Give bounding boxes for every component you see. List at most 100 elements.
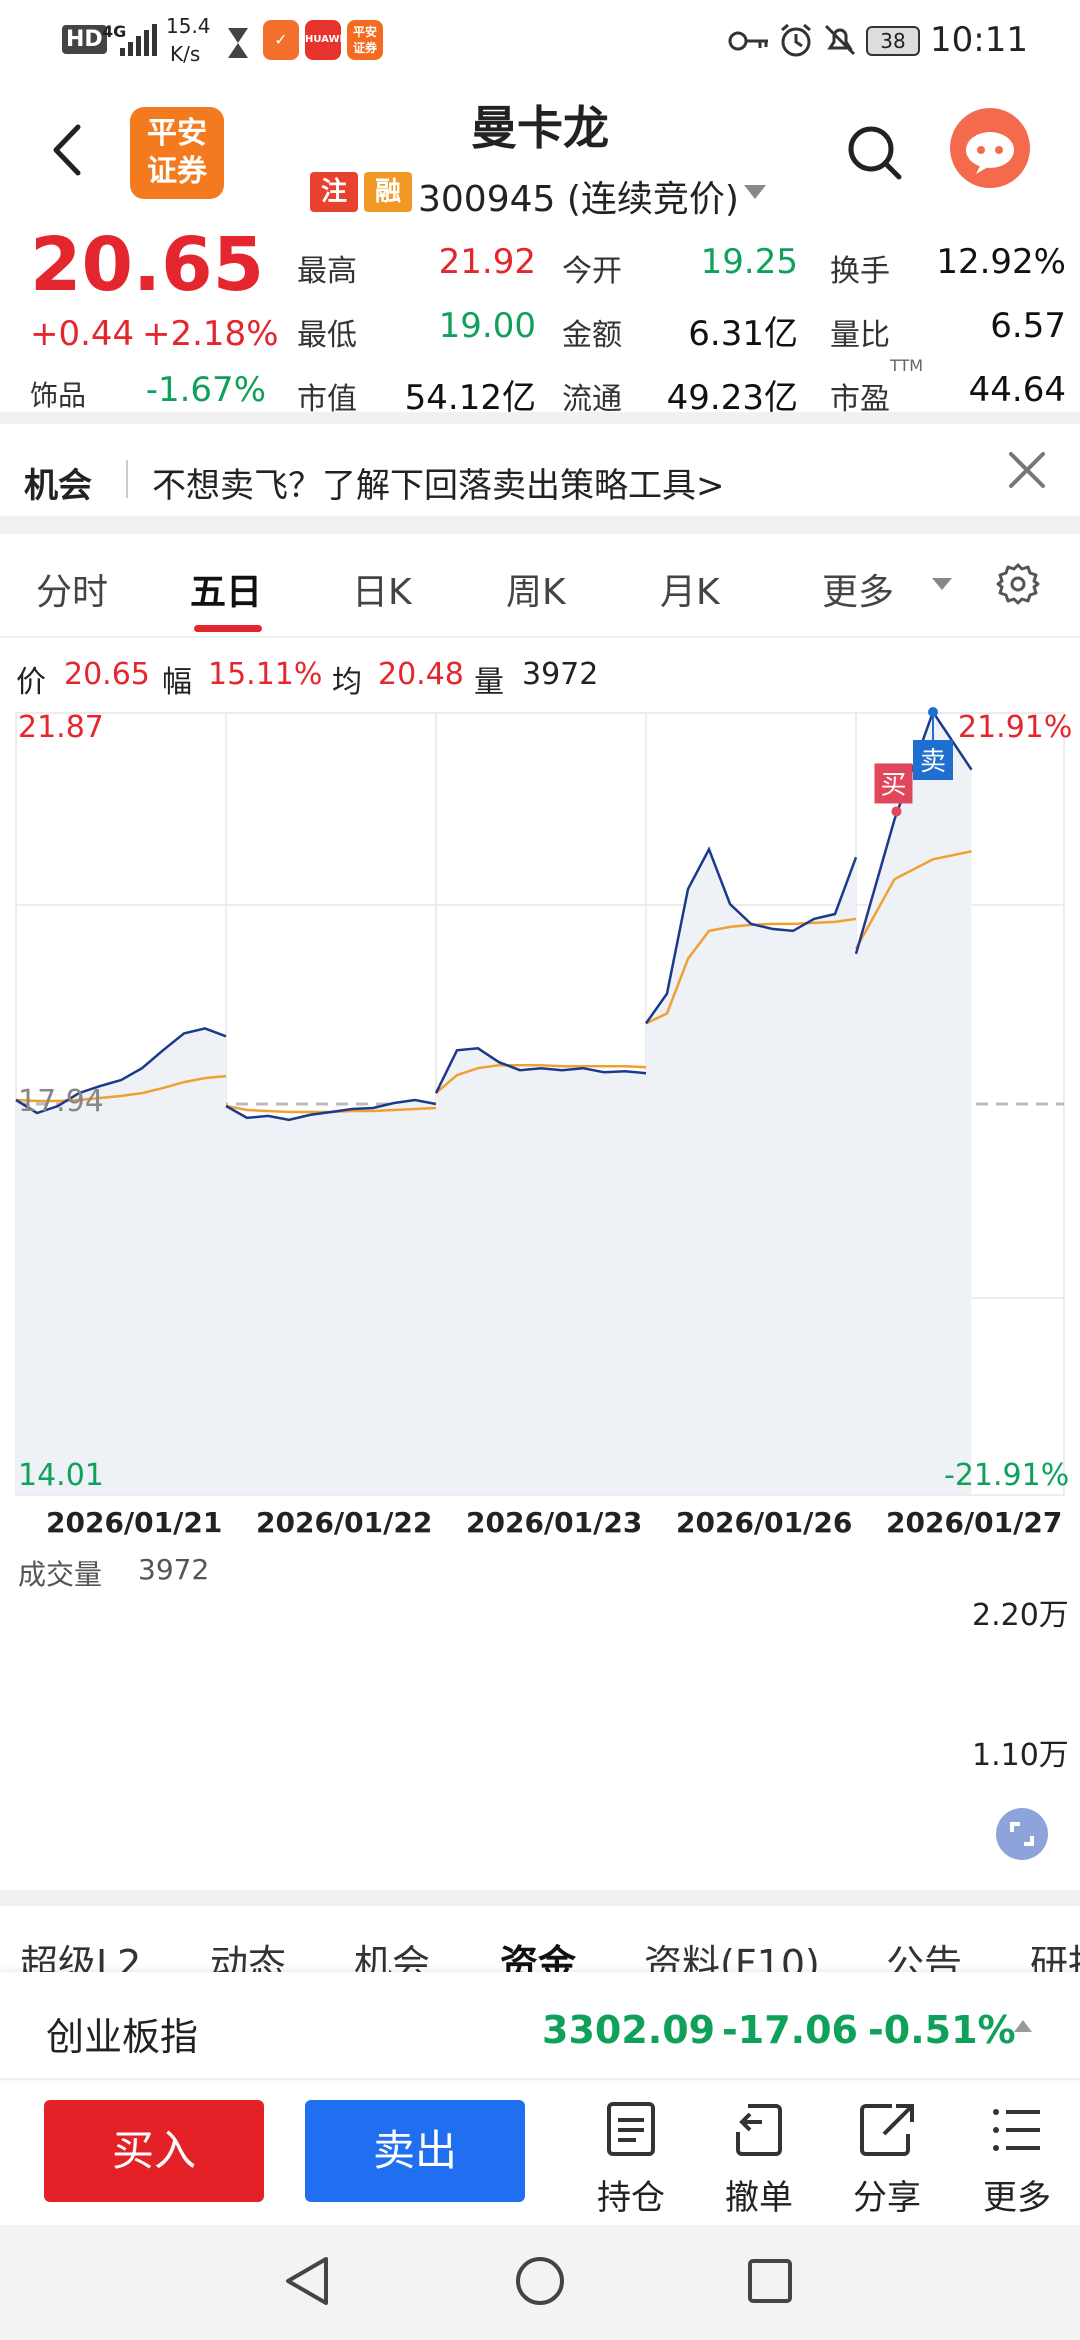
stock-code[interactable]: 300945 (连续竞价) <box>418 170 739 222</box>
info-price-value: 20.65 <box>64 657 150 692</box>
quote-label: 最高 <box>297 254 357 289</box>
undo-icon <box>736 2104 782 2156</box>
nav-home-icon[interactable] <box>514 2255 566 2307</box>
huawei-icon: HUAWEI <box>305 20 350 60</box>
divider <box>0 2078 1080 2080</box>
more-button[interactable]: 更多 <box>962 2100 1072 2218</box>
hd-indicator: HD <box>62 25 107 54</box>
clock: 10:11 <box>930 20 1028 60</box>
volume-axis-mid: 1.10万 <box>972 1738 1069 1773</box>
nav-recents-icon[interactable] <box>746 2257 794 2305</box>
sell-dot <box>928 707 938 718</box>
net-speed-unit: K/s <box>170 42 201 66</box>
date-label: 2026/01/26 <box>676 1506 853 1539</box>
alarm-icon <box>781 23 811 57</box>
pingan-icon: 平安 证券 <box>347 20 383 60</box>
tab-five-day[interactable]: 五日 <box>190 563 262 615</box>
net-speed: 15.4 <box>166 14 211 38</box>
tab-weekly-k[interactable]: 周K <box>506 563 566 615</box>
share-button[interactable]: 分享 <box>832 2100 942 2218</box>
sector-name[interactable]: 饰品 <box>30 374 86 414</box>
buy-dot <box>891 806 902 817</box>
more-label: 更多 <box>983 2178 1051 2218</box>
five-day-chart[interactable]: 买卖 <box>0 700 1080 1500</box>
tab-monthly-k[interactable]: 月K <box>660 563 720 615</box>
stock-name: 曼卡龙 <box>471 101 609 155</box>
volume-label: 成交量 <box>18 1558 103 1591</box>
price-area <box>226 1100 436 1495</box>
tab-intraday[interactable]: 分时 <box>36 563 108 615</box>
chevron-down-icon[interactable] <box>930 576 954 592</box>
y-axis-mid: 17.94 <box>18 1084 104 1119</box>
divider <box>0 636 1080 638</box>
info-range-label: 幅 <box>162 665 192 700</box>
date-label: 2026/01/23 <box>466 1506 643 1539</box>
back-icon[interactable] <box>40 115 100 185</box>
date-label: 2026/01/27 <box>886 1506 1063 1539</box>
quote-value: 19.25 <box>700 242 798 282</box>
list-icon <box>993 2109 1040 2151</box>
info-vol-value: 3972 <box>522 657 599 692</box>
y-axis-max: 21.87 <box>18 710 104 745</box>
tag-registration: 注 <box>310 172 358 212</box>
close-icon[interactable] <box>1005 448 1049 492</box>
info-avg-label: 均 <box>332 665 362 700</box>
volume-value: 3972 <box>138 1553 210 1586</box>
info-vol-label: 量 <box>474 665 504 700</box>
info-price-label: 价 <box>16 665 46 700</box>
search-icon[interactable] <box>845 123 905 183</box>
quote-value: 12.92% <box>936 242 1066 282</box>
index-name: 创业板指 <box>46 2015 199 2059</box>
document-icon <box>607 2102 655 2156</box>
index-change-pct: -0.51% <box>868 2008 1016 2052</box>
index-value: 3302.09 <box>542 2008 716 2052</box>
buy-button[interactable]: 买入 <box>44 2100 264 2202</box>
price-change: +0.44 <box>30 314 135 354</box>
tab-underline <box>194 625 262 632</box>
quote-label: 最低 <box>297 318 357 353</box>
price-area <box>856 712 972 1495</box>
date-label: 2026/01/22 <box>256 1506 433 1539</box>
sector-change[interactable]: -1.67% <box>140 370 266 410</box>
quote-value: 44.64 <box>968 370 1066 410</box>
divider <box>0 412 1080 424</box>
separator <box>126 460 128 498</box>
sell-button[interactable]: 卖出 <box>305 2100 525 2202</box>
assistant-avatar[interactable] <box>950 108 1030 188</box>
key-icon <box>728 31 768 51</box>
mute-icon <box>824 24 856 56</box>
dropdown-icon[interactable] <box>742 183 768 201</box>
quote-value: 21.92 <box>438 242 536 282</box>
info-avg-value: 20.48 <box>378 657 464 692</box>
opportunity-link[interactable]: 不想卖飞？了解下回落卖出策略工具> <box>152 458 725 507</box>
broker-logo: 平安 证券 <box>130 107 224 199</box>
system-nav-bar <box>0 2225 1080 2340</box>
tab-daily-k[interactable]: 日K <box>352 563 412 615</box>
fullscreen-button[interactable] <box>996 1808 1048 1860</box>
chevron-up-icon[interactable] <box>1012 2018 1034 2034</box>
date-label: 2026/01/21 <box>46 1506 223 1539</box>
opportunity-title: 机会 <box>24 466 92 506</box>
nav-back-icon[interactable] <box>282 2255 332 2307</box>
battery-level: 38 <box>880 29 906 53</box>
logo-line2: 证券 <box>147 154 207 189</box>
holdings-label: 持仓 <box>597 2178 665 2218</box>
signal-icon <box>120 24 157 56</box>
logo-line1: 平安 <box>147 116 207 151</box>
share-icon <box>860 2104 914 2156</box>
holdings-button[interactable]: 持仓 <box>576 2100 686 2218</box>
info-range-value: 15.11% <box>208 657 323 692</box>
divider <box>0 516 1080 534</box>
share-label: 分享 <box>853 2178 921 2218</box>
price-area <box>436 1048 646 1495</box>
tab-more[interactable]: 更多 <box>822 563 894 615</box>
chat-bot-icon <box>966 132 1014 174</box>
gear-icon[interactable] <box>996 562 1040 606</box>
battery-icon: 38 <box>866 26 920 56</box>
price-change-pct: +2.18% <box>142 314 279 354</box>
current-price: 20.65 <box>30 222 265 308</box>
cancel-order-button[interactable]: 撤单 <box>704 2100 814 2218</box>
sell-marker-label: 卖 <box>920 747 946 777</box>
index-change: -17.06 <box>722 2008 858 2052</box>
divider <box>0 1890 1080 1906</box>
